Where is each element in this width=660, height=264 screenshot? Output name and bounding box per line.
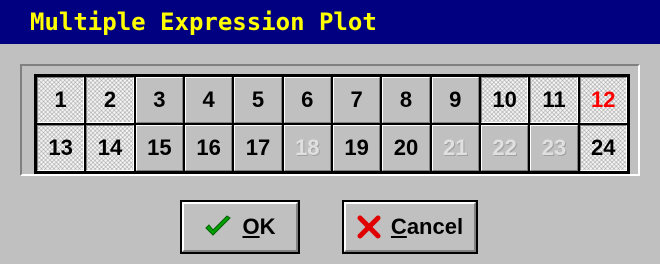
checkmark-icon [204, 215, 232, 239]
ok-button[interactable]: OK [180, 200, 300, 254]
expression-toggle-6[interactable]: 6 [282, 76, 332, 124]
cancel-button[interactable]: Cancel [342, 200, 478, 254]
ok-button-content: OK [204, 214, 276, 240]
expression-toggle-16[interactable]: 16 [183, 124, 234, 172]
ok-button-label: OK [242, 214, 275, 240]
expression-toggle-10[interactable]: 10 [479, 76, 530, 124]
expression-toggle-4[interactable]: 4 [183, 76, 234, 124]
x-icon [357, 215, 381, 239]
expression-toggle-17[interactable]: 17 [233, 124, 283, 172]
expression-toggle-14[interactable]: 14 [85, 124, 135, 172]
expression-toggle-22: 22 [479, 124, 530, 172]
cancel-button-label: Cancel [391, 214, 463, 240]
expression-toggle-11[interactable]: 11 [529, 76, 579, 124]
ok-mnemonic: O [242, 214, 260, 239]
dialog-window: Multiple Expression Plot 1 2 3 4 5 6 7 8 9 10 11 12… [0, 0, 660, 264]
expression-toggle-3[interactable]: 3 [134, 76, 184, 124]
expression-toggle-9[interactable]: 9 [430, 76, 480, 124]
expression-toggle-23: 23 [529, 124, 579, 172]
expression-toggle-21: 21 [430, 124, 480, 172]
expression-toggle-8[interactable]: 8 [381, 76, 431, 124]
expression-toggle-24[interactable]: 24 [578, 124, 628, 172]
expression-toggle-5[interactable]: 5 [233, 76, 283, 124]
grid-row: 1 2 3 4 5 6 7 8 9 10 11 12 [36, 76, 628, 124]
title-bar[interactable]: Multiple Expression Plot [0, 0, 660, 44]
cancel-label-rest: ancel [406, 214, 464, 239]
expression-toggle-13[interactable]: 13 [36, 124, 86, 172]
expression-toggle-1[interactable]: 1 [36, 76, 86, 124]
expression-toggle-20[interactable]: 20 [381, 124, 431, 172]
expression-toggle-15[interactable]: 15 [134, 124, 184, 172]
cancel-mnemonic: C [390, 214, 407, 239]
grid-row: 13 14 15 16 17 18 19 20 21 22 23 24 [36, 124, 628, 172]
window-title: Multiple Expression Plot [30, 8, 377, 36]
expression-toggle-18: 18 [282, 124, 332, 172]
expression-toggle-2[interactable]: 2 [85, 76, 135, 124]
expression-toggle-12[interactable]: 12 [578, 76, 628, 124]
cancel-button-content: Cancel [357, 214, 463, 240]
ok-label-rest: K [259, 214, 276, 239]
expression-toggle-grid: 1 2 3 4 5 6 7 8 9 10 11 12 13 14 15 16 17 18 19 20 21 22 23 24 [34, 74, 630, 174]
expression-toggle-7[interactable]: 7 [331, 76, 382, 124]
expression-toggle-19[interactable]: 19 [331, 124, 382, 172]
